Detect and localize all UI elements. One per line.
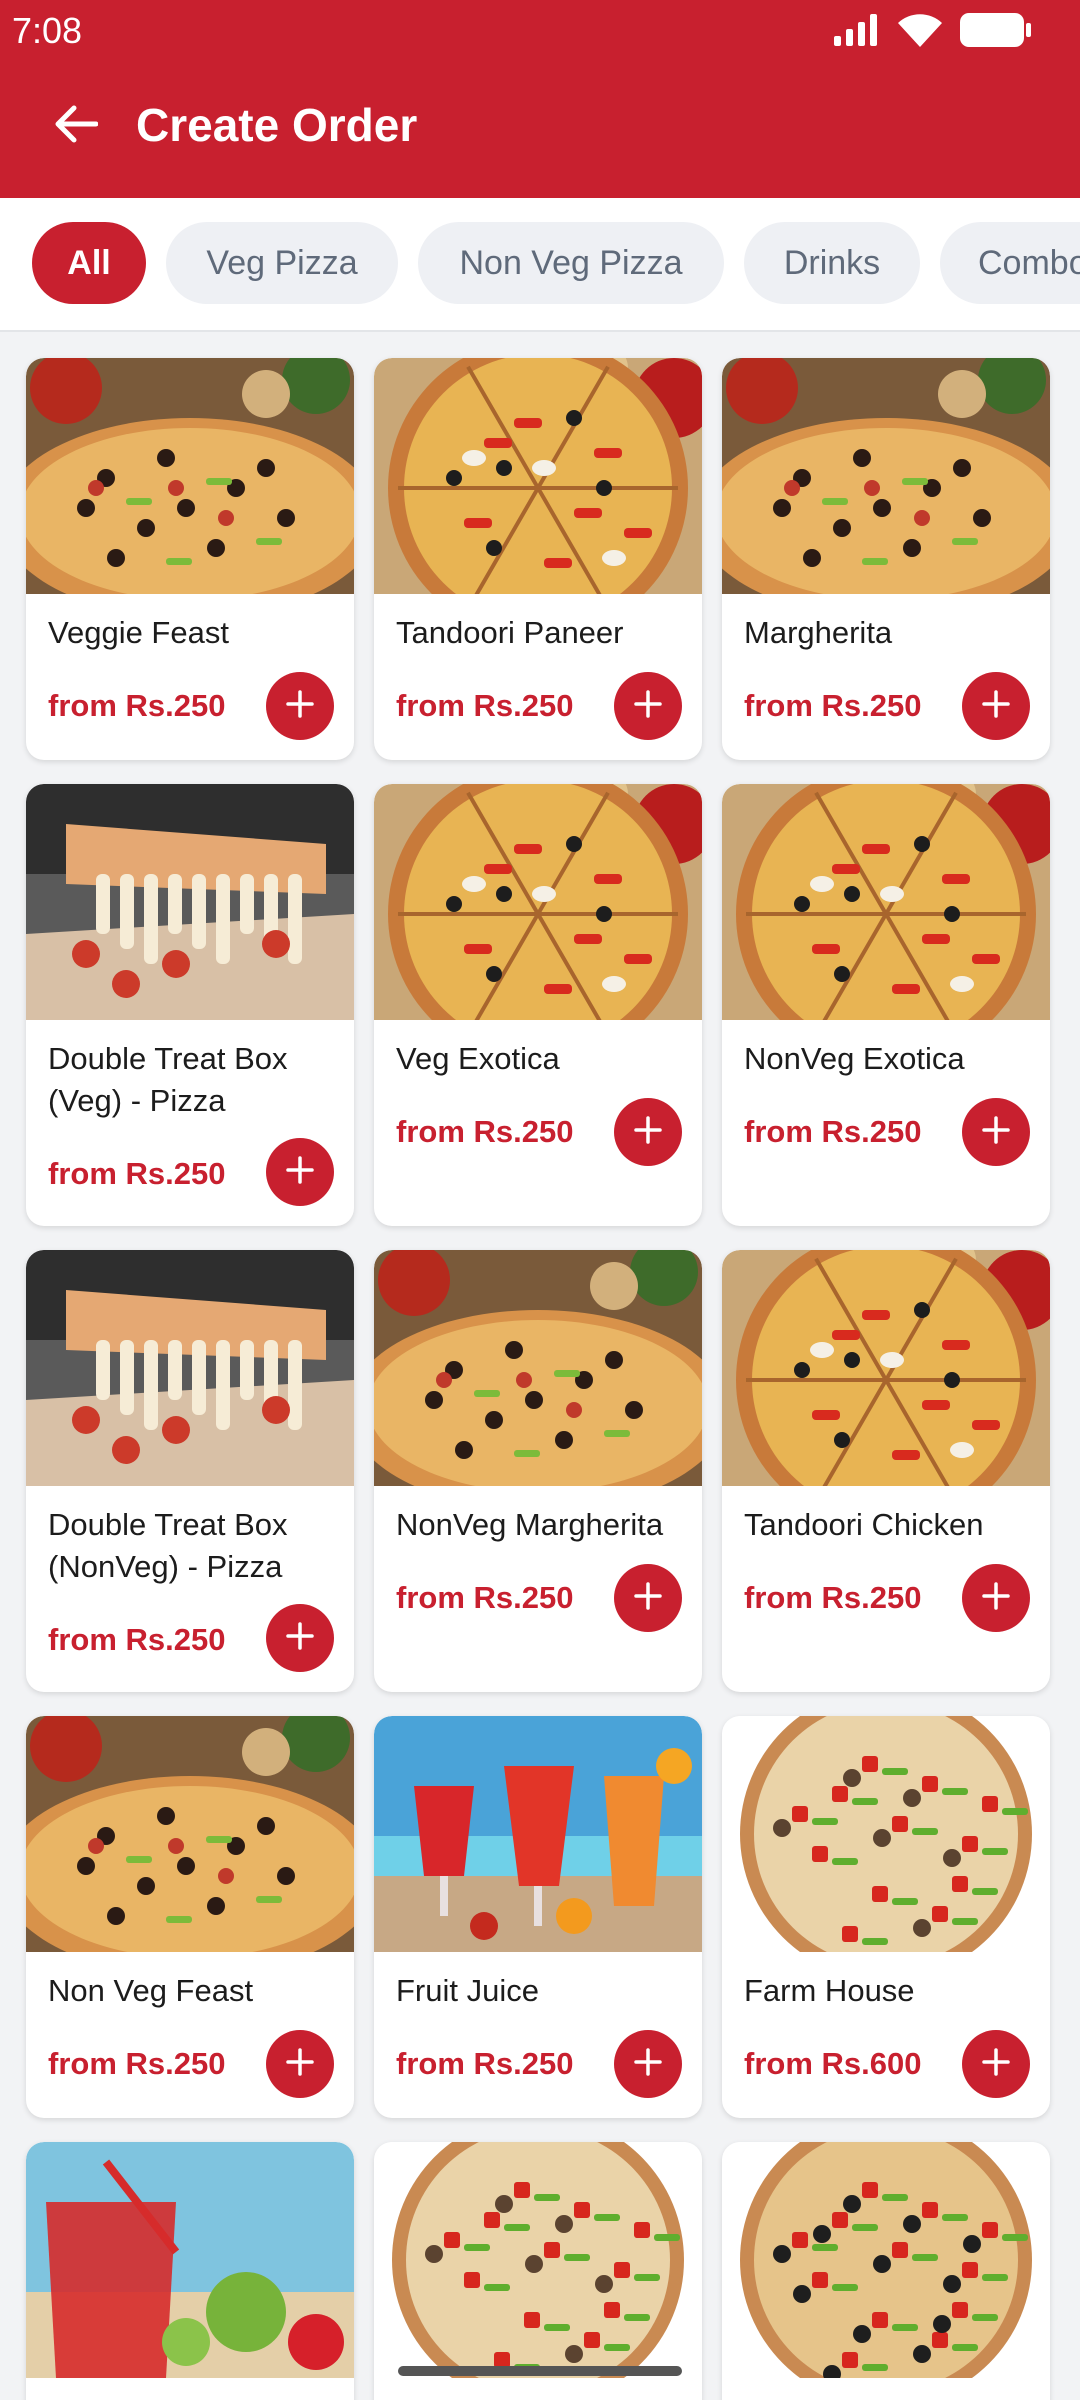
product-name: Tandoori Paneer xyxy=(396,615,624,650)
product-price: from Rs.600 xyxy=(744,2046,922,2081)
add-to-cart-button[interactable] xyxy=(614,1564,682,1632)
arrow-left-icon xyxy=(54,104,99,149)
add-to-cart-button[interactable] xyxy=(962,2030,1030,2098)
product-image xyxy=(26,1716,354,1952)
product-price: from Rs.250 xyxy=(744,1580,922,1615)
page-title: Create Order xyxy=(136,99,418,151)
category-chips: All Veg Pizza Non Veg Pizza Drinks Combo xyxy=(0,198,1080,332)
product-image xyxy=(26,358,354,594)
plus-icon xyxy=(633,1115,663,1150)
product-card[interactable]: Tandoori Chicken from Rs.250 xyxy=(722,1250,1050,1692)
plus-icon xyxy=(633,2047,663,2082)
add-to-cart-button[interactable] xyxy=(962,672,1030,740)
product-card[interactable]: Veg Exotica from Rs.250 xyxy=(374,784,702,1226)
product-image xyxy=(26,2142,354,2378)
product-name: Farm House xyxy=(744,1973,915,2008)
product-price: from Rs.250 xyxy=(744,688,922,723)
product-price: from Rs.250 xyxy=(396,688,574,723)
battery-icon xyxy=(960,12,1032,52)
plus-icon xyxy=(633,689,663,724)
product-card[interactable]: Fruit Juice from Rs.250 xyxy=(374,1716,702,2118)
product-image xyxy=(26,1250,354,1486)
product-price: from Rs.250 xyxy=(48,1156,226,1191)
product-name: Double Treat Box (Veg) - Pizza xyxy=(48,1041,288,1118)
wifi-icon xyxy=(898,13,942,52)
product-price: from Rs.250 xyxy=(396,1580,574,1615)
product-image xyxy=(722,1250,1050,1486)
product-image xyxy=(26,784,354,1020)
product-card[interactable]: Double Treat Box (NonVeg) - Pizza from Rs… xyxy=(26,1250,354,1692)
product-card[interactable]: NonVeg Exotica from Rs.250 xyxy=(722,784,1050,1226)
product-card[interactable]: Non Veg Feast from Rs.250 xyxy=(26,1716,354,2118)
plus-icon xyxy=(285,2047,315,2082)
add-to-cart-button[interactable] xyxy=(614,672,682,740)
product-image xyxy=(722,2142,1050,2378)
plus-icon xyxy=(981,1581,1011,1616)
product-name: Veggie Feast xyxy=(48,615,229,650)
category-chip-veg-pizza[interactable]: Veg Pizza xyxy=(166,222,398,304)
product-name: Veg Exotica xyxy=(396,1041,560,1076)
product-name: Non Veg Feast xyxy=(48,1973,254,2008)
add-to-cart-button[interactable] xyxy=(614,2030,682,2098)
plus-icon xyxy=(981,2047,1011,2082)
add-to-cart-button[interactable] xyxy=(266,1138,334,1206)
product-image xyxy=(374,784,702,1020)
app-bar: 7:08 Create Order xyxy=(0,0,1080,198)
product-price: from Rs.250 xyxy=(48,688,226,723)
home-indicator xyxy=(398,2366,682,2376)
add-to-cart-button[interactable] xyxy=(266,1604,334,1672)
product-card[interactable]: NonVeg Margherita from Rs.250 xyxy=(374,1250,702,1692)
add-to-cart-button[interactable] xyxy=(614,1098,682,1166)
product-name: NonVeg Margherita xyxy=(396,1507,664,1542)
product-card[interactable] xyxy=(374,2142,702,2400)
product-card[interactable]: Farm House from Rs.600 xyxy=(722,1716,1050,2118)
plus-icon xyxy=(633,1581,663,1616)
back-button[interactable] xyxy=(46,96,106,156)
product-image xyxy=(722,784,1050,1020)
category-chip-all[interactable]: All xyxy=(32,222,146,304)
product-price: from Rs.250 xyxy=(48,1622,226,1657)
product-name: NonVeg Exotica xyxy=(744,1041,965,1076)
plus-icon xyxy=(285,1621,315,1656)
product-card[interactable]: Veggie Feast from Rs.250 xyxy=(26,358,354,760)
product-image xyxy=(374,1716,702,1952)
product-image xyxy=(722,358,1050,594)
category-chip-drinks[interactable]: Drinks xyxy=(744,222,920,304)
plus-icon xyxy=(981,689,1011,724)
category-chip-non-veg-pizza[interactable]: Non Veg Pizza xyxy=(418,222,724,304)
product-name: Tandoori Chicken xyxy=(744,1507,984,1542)
signal-icon xyxy=(834,13,880,51)
add-to-cart-button[interactable] xyxy=(266,2030,334,2098)
product-card[interactable]: Tandoori Paneer from Rs.250 xyxy=(374,358,702,760)
plus-icon xyxy=(285,689,315,724)
plus-icon xyxy=(285,1155,315,1190)
product-image xyxy=(722,1716,1050,1952)
product-card[interactable] xyxy=(26,2142,354,2400)
product-image xyxy=(374,2142,702,2378)
product-name: Double Treat Box (NonVeg) - Pizza xyxy=(48,1507,288,1584)
product-card[interactable]: Margherita from Rs.250 xyxy=(722,358,1050,760)
menu-grid: Veggie Feast from Rs.250 Tandoori Paneer fr… xyxy=(0,332,1080,2400)
category-chip-combo[interactable]: Combo xyxy=(940,222,1080,304)
add-to-cart-button[interactable] xyxy=(962,1564,1030,1632)
product-price: from Rs.250 xyxy=(744,1114,922,1149)
product-name: Fruit Juice xyxy=(396,1973,539,2008)
add-to-cart-button[interactable] xyxy=(266,672,334,740)
plus-icon xyxy=(981,1115,1011,1150)
product-image xyxy=(374,358,702,594)
product-price: from Rs.250 xyxy=(48,2046,226,2081)
status-icons xyxy=(834,12,1032,52)
status-time: 7:08 xyxy=(12,10,83,51)
product-name: Margherita xyxy=(744,615,893,650)
product-card[interactable] xyxy=(722,2142,1050,2400)
product-image xyxy=(374,1250,702,1486)
product-price: from Rs.250 xyxy=(396,2046,574,2081)
product-price: from Rs.250 xyxy=(396,1114,574,1149)
product-card[interactable]: Double Treat Box (Veg) - Pizza from Rs.25… xyxy=(26,784,354,1226)
add-to-cart-button[interactable] xyxy=(962,1098,1030,1166)
